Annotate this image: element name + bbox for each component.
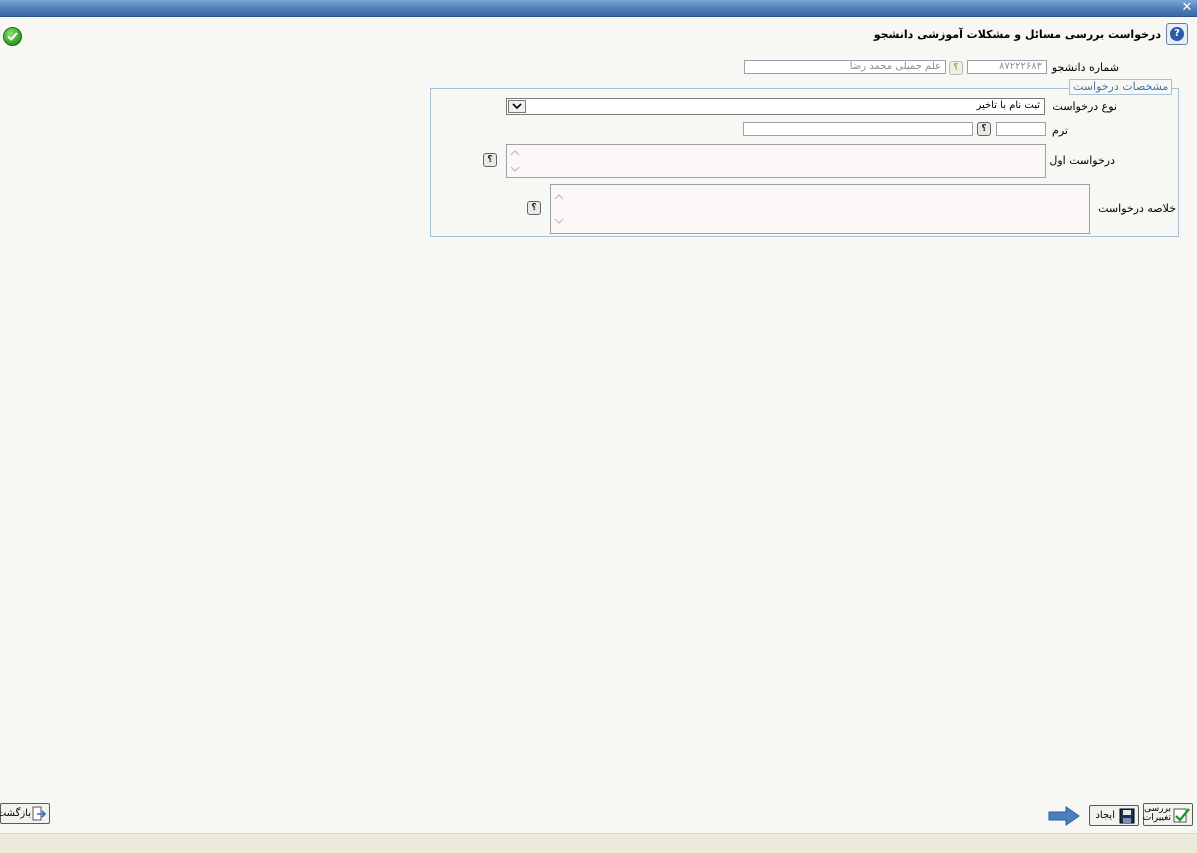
save-disk-icon [1119,808,1135,824]
review-changes-label: بررسی تغییرات [1142,804,1171,823]
status-bar [0,833,1197,853]
first-request-label: درخواست اول [1049,154,1115,167]
summary-label: خلاصه درخواست [1098,202,1176,215]
student-number-label: شماره دانشجو [1051,61,1119,74]
textarea-scrollbar[interactable] [553,187,567,231]
success-check-icon [3,27,22,46]
window-title-bar: ✕ [0,0,1197,17]
summary-textarea[interactable] [550,184,1090,234]
request-type-label: نوع درخواست [1052,100,1117,113]
student-lookup-button[interactable]: ؟ [949,61,963,75]
arrow-right-icon [1048,806,1080,826]
first-request-textarea[interactable] [506,144,1046,178]
student-number-input[interactable]: ۸۷۲۲۲۶۸۳ [967,60,1047,74]
term-input[interactable] [996,122,1046,136]
create-button[interactable]: ایجاد [1089,805,1139,826]
review-changes-button[interactable]: بررسی تغییرات [1143,803,1193,826]
back-button-label: بازگشت [0,808,31,819]
term-lookup-button[interactable]: ؟ [977,122,991,136]
request-type-select[interactable]: ثبت نام با تاخیر [506,98,1045,115]
textarea-scrollbar[interactable] [509,147,523,175]
request-type-value: ثبت نام با تاخیر [976,100,1040,111]
student-name-field: علم جمیلی محمد رضا [744,60,946,74]
summary-help-button[interactable]: ؟ [527,201,541,215]
question-icon: ? [1170,27,1184,41]
check-icon [1173,808,1190,823]
first-request-help-button[interactable]: ؟ [483,153,497,167]
help-button[interactable]: ? [1166,23,1188,45]
close-icon[interactable]: ✕ [1181,0,1193,15]
term-description-field [743,122,973,136]
create-button-label: ایجاد [1095,810,1115,821]
back-button[interactable]: بازگشت [0,803,50,824]
chevron-down-icon[interactable] [508,100,526,113]
term-label: ترم [1052,124,1068,137]
back-arrow-icon [32,806,47,821]
request-details-legend: مشخصات درخواست [1069,79,1173,95]
page-title: درخواست بررسی مسائل و مشکلات آموزشی دانش… [873,28,1161,41]
